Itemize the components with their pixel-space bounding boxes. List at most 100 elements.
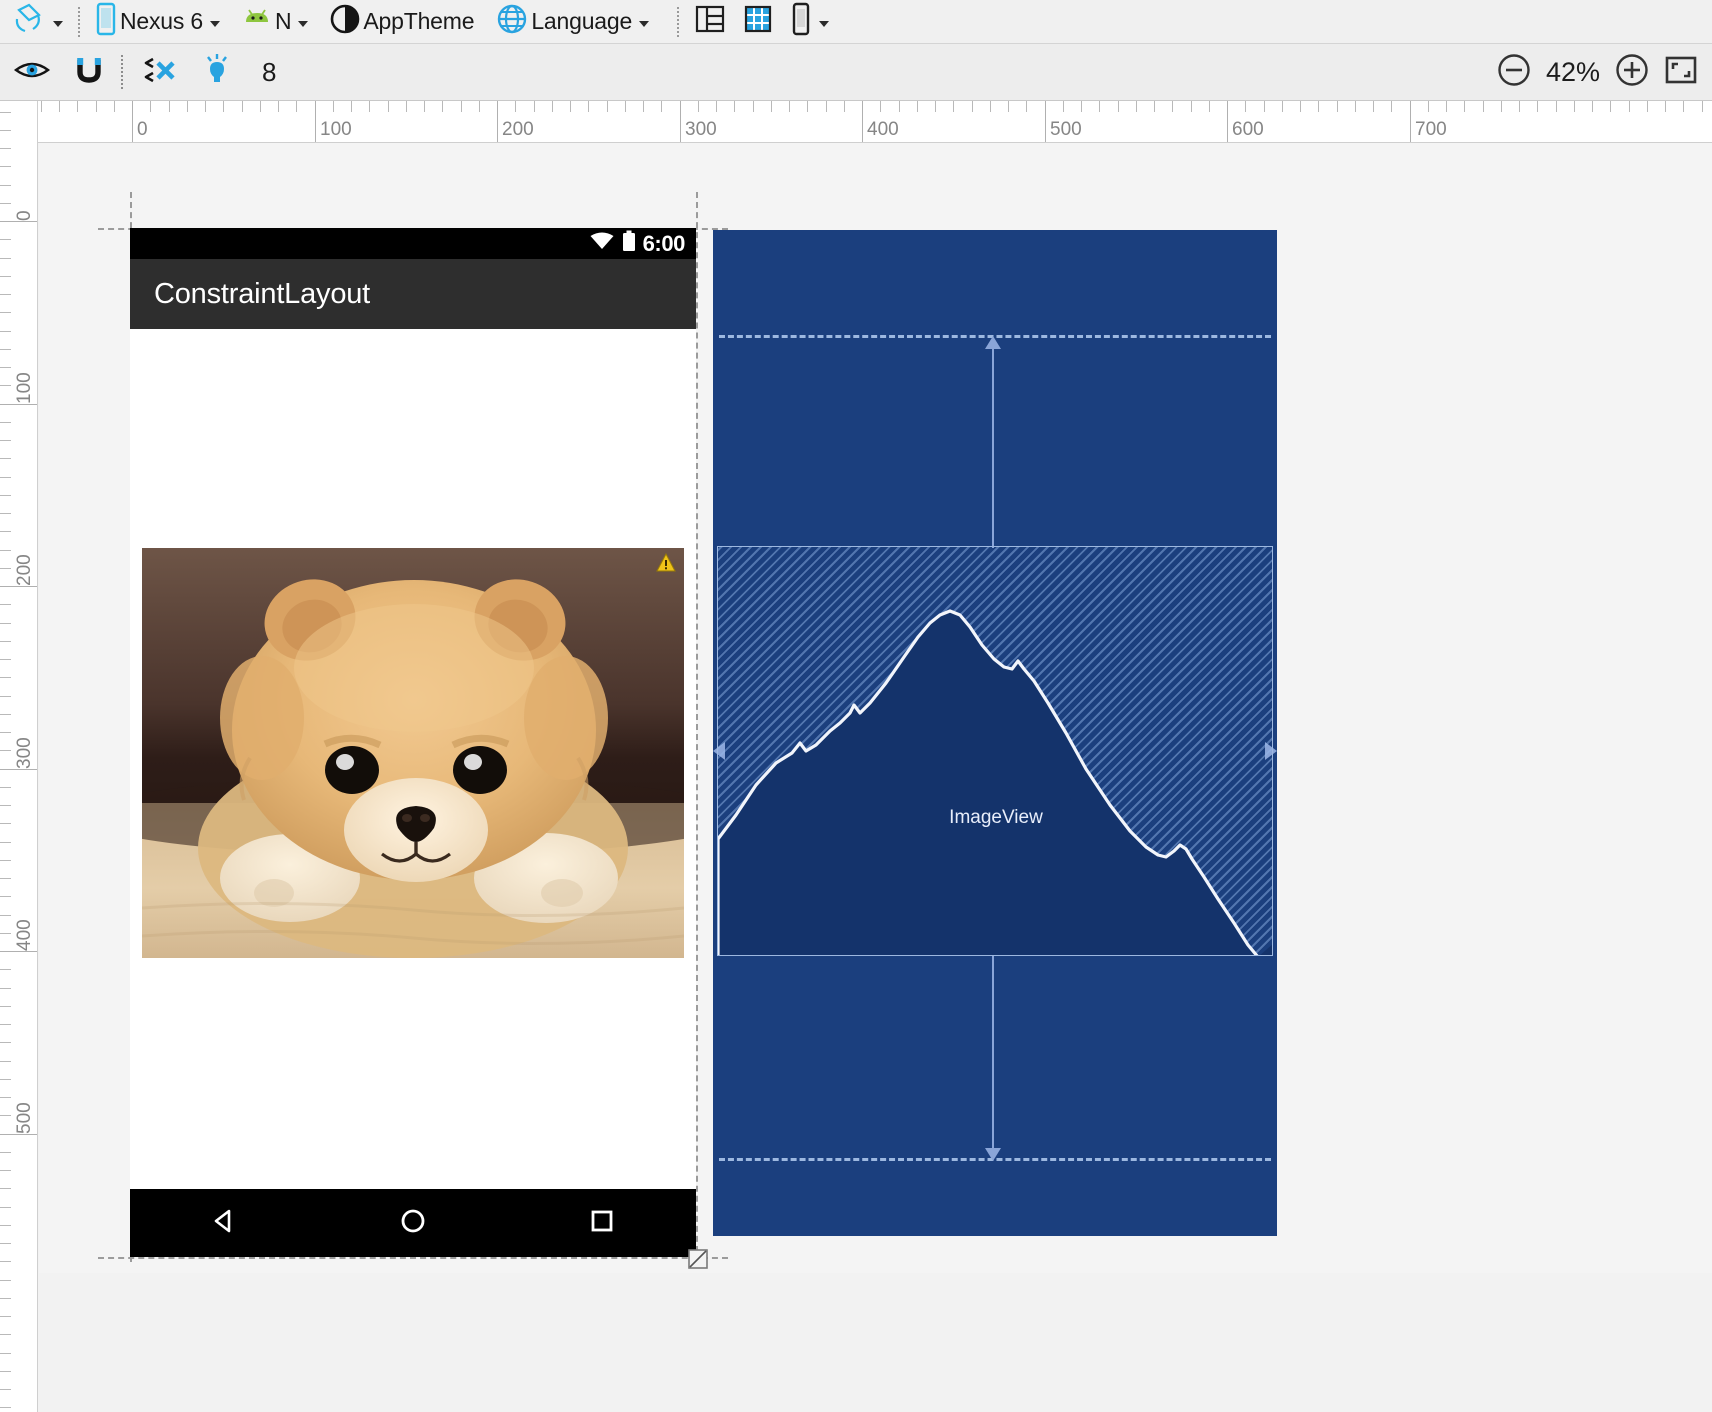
ruler-major-tick bbox=[0, 1134, 37, 1135]
ruler-tick bbox=[424, 101, 425, 112]
blueprint-imageview-widget[interactable]: ImageView bbox=[717, 546, 1273, 956]
ruler-tick bbox=[260, 101, 261, 112]
ruler-tick bbox=[0, 294, 11, 295]
infer-constraints-button[interactable] bbox=[198, 54, 236, 90]
ruler-tick bbox=[169, 101, 170, 112]
status-bar-clock: 6:00 bbox=[643, 231, 685, 257]
ruler-tick bbox=[1245, 101, 1246, 112]
ruler-tick bbox=[0, 641, 11, 642]
resize-handle-icon[interactable] bbox=[688, 1249, 708, 1269]
ruler-tick bbox=[0, 1353, 11, 1354]
zoom-controls: 42% bbox=[1496, 44, 1698, 101]
toolbar-divider bbox=[78, 7, 80, 37]
ruler-tick bbox=[150, 101, 151, 112]
zoom-in-icon[interactable] bbox=[1614, 52, 1650, 93]
ruler-tick bbox=[1665, 101, 1666, 112]
blueprint-image-placeholder-glyph bbox=[718, 547, 1273, 956]
orientation-selector[interactable] bbox=[8, 4, 67, 40]
ruler-tick bbox=[0, 1152, 11, 1153]
ruler-tick bbox=[0, 805, 11, 806]
language-selector[interactable]: Language bbox=[492, 4, 653, 40]
ruler-tick bbox=[0, 823, 11, 824]
zoom-out-icon[interactable] bbox=[1496, 52, 1532, 93]
ruler-tick bbox=[0, 203, 11, 204]
theme-selector[interactable]: AppTheme bbox=[326, 4, 478, 40]
default-margin-value: 8 bbox=[262, 57, 276, 88]
clear-constraints-icon bbox=[140, 54, 178, 91]
autoconnect-button[interactable] bbox=[70, 54, 108, 90]
ruler-tick bbox=[0, 1097, 11, 1098]
ruler-tick bbox=[899, 101, 900, 112]
ruler-tick bbox=[1282, 101, 1283, 112]
api-level-selector[interactable]: N bbox=[238, 4, 312, 40]
ruler-tick bbox=[0, 513, 11, 514]
ruler-tick bbox=[0, 1280, 11, 1281]
default-margin-control[interactable]: 8 bbox=[258, 54, 280, 90]
ruler-tick bbox=[0, 1371, 11, 1372]
view-mode-blueprint[interactable] bbox=[738, 4, 778, 40]
recents-square-icon[interactable] bbox=[584, 1203, 620, 1244]
ruler-tick bbox=[625, 101, 626, 112]
imageview-photo[interactable] bbox=[142, 548, 684, 958]
ruler-tick bbox=[0, 1261, 11, 1262]
ruler-tick bbox=[96, 101, 97, 112]
ruler-tick bbox=[0, 1334, 11, 1335]
ruler-tick bbox=[0, 988, 11, 989]
lightbulb-icon bbox=[202, 53, 232, 92]
ruler-tick bbox=[0, 458, 11, 459]
constraint-line-top[interactable] bbox=[992, 340, 994, 548]
blueprint-pane[interactable]: ImageView bbox=[713, 230, 1277, 1236]
android-status-bar: 6:00 bbox=[130, 228, 696, 259]
ruler-tick bbox=[0, 1389, 11, 1390]
ruler-tick bbox=[1428, 101, 1429, 112]
ruler-tick bbox=[643, 101, 644, 112]
ruler-tick bbox=[0, 732, 11, 733]
ruler-tick bbox=[0, 258, 11, 259]
ruler-tick bbox=[0, 677, 11, 678]
layout-editor-canvas[interactable]: 6:00 ConstraintLayout bbox=[39, 143, 1712, 1412]
warning-triangle-icon[interactable] bbox=[656, 553, 674, 570]
ruler-tick bbox=[59, 101, 60, 112]
device-preview[interactable]: 6:00 ConstraintLayout bbox=[130, 228, 696, 1257]
back-triangle-icon[interactable] bbox=[206, 1203, 242, 1244]
ruler-tick bbox=[807, 101, 808, 112]
ruler-label: 200 bbox=[497, 119, 534, 141]
ruler-tick bbox=[1337, 101, 1338, 112]
ruler-tick bbox=[771, 101, 772, 112]
zoom-fit-icon[interactable] bbox=[1664, 55, 1698, 90]
ruler-tick bbox=[1556, 101, 1557, 112]
language-label: Language bbox=[528, 8, 632, 35]
ruler-tick bbox=[753, 101, 754, 112]
both-views-icon bbox=[790, 2, 812, 41]
view-mode-design[interactable] bbox=[690, 4, 730, 40]
ruler-tick bbox=[0, 1243, 11, 1244]
home-circle-icon[interactable] bbox=[395, 1203, 431, 1244]
ruler-label: 300 bbox=[680, 119, 717, 141]
constraint-arrow-top bbox=[985, 336, 1001, 349]
ruler-tick bbox=[0, 112, 11, 113]
ruler-tick bbox=[880, 101, 881, 112]
design-view-icon bbox=[694, 3, 726, 40]
ruler-tick bbox=[41, 101, 42, 112]
device-selector[interactable]: Nexus 6 bbox=[91, 4, 224, 40]
ruler-label: 0 bbox=[14, 210, 36, 221]
toolbar-divider bbox=[677, 7, 679, 37]
ruler-tick bbox=[0, 477, 11, 478]
ruler-label: 400 bbox=[862, 119, 899, 141]
show-constraints-button[interactable] bbox=[10, 54, 54, 90]
ruler-tick bbox=[1574, 101, 1575, 112]
clear-constraints-button[interactable] bbox=[136, 54, 182, 90]
ruler-tick bbox=[0, 568, 11, 569]
view-mode-both[interactable] bbox=[786, 4, 833, 40]
ruler-tick bbox=[0, 495, 11, 496]
ruler-tick bbox=[205, 101, 206, 112]
android-icon bbox=[242, 6, 272, 37]
constraint-line-bottom[interactable] bbox=[992, 956, 994, 1156]
ruler-tick bbox=[953, 101, 954, 112]
ruler-tick bbox=[0, 714, 11, 715]
ruler-tick bbox=[1099, 101, 1100, 112]
ruler-tick bbox=[0, 550, 11, 551]
ruler-tick bbox=[0, 1079, 11, 1080]
ruler-tick bbox=[442, 101, 443, 112]
chevron-down-icon bbox=[639, 21, 649, 27]
